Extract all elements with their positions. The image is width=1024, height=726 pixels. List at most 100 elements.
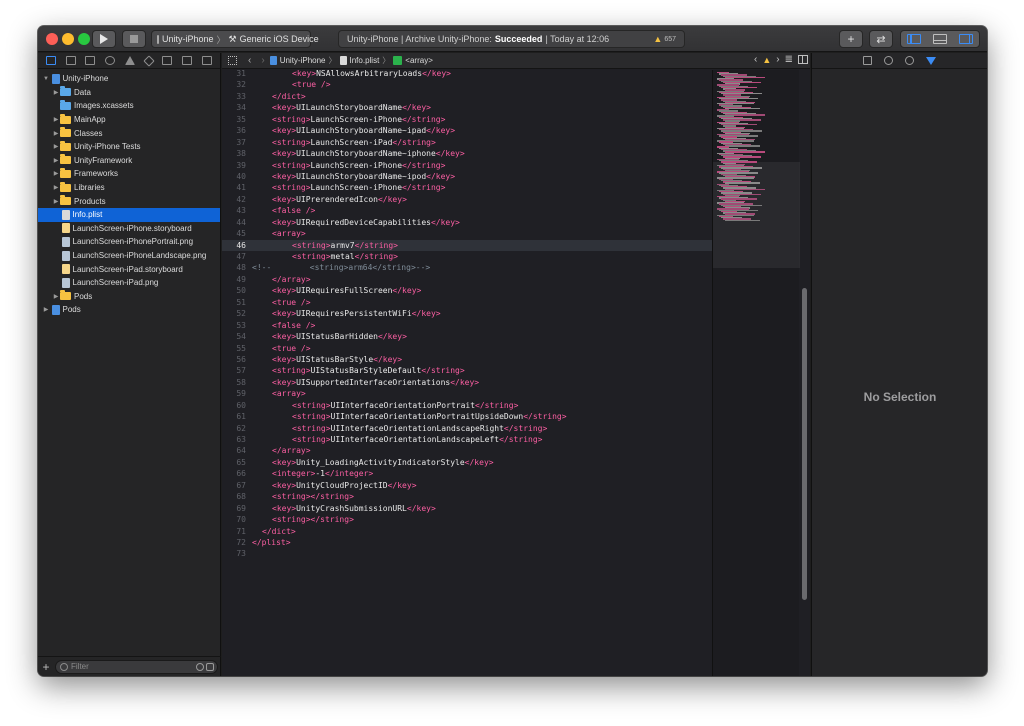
library-button[interactable]: + [839, 30, 863, 48]
code-area[interactable]: 31 <key>NSAllowsArbitraryLoads</key> 32 <tr… [222, 70, 712, 676]
file-tree-item[interactable]: ▶ Data [38, 86, 220, 100]
disclosure-closed-icon[interactable]: ▶ [42, 306, 50, 313]
code-line[interactable]: 73 [222, 548, 712, 559]
run-button[interactable] [92, 30, 116, 48]
minimap[interactable] [712, 70, 800, 676]
code-line[interactable]: 62 <string>UIInterfaceOrientationLandscap… [222, 423, 712, 434]
attributes-inspector-tab-icon[interactable] [926, 56, 936, 65]
code-line[interactable]: 70 <string></string> [222, 514, 712, 525]
code-line[interactable]: 67 <key>UnityCloudProjectID</key> [222, 480, 712, 491]
zoom-window-button[interactable] [78, 33, 90, 45]
minimize-window-button[interactable] [62, 33, 74, 45]
code-line[interactable]: 32 <true /> [222, 79, 712, 90]
debug-area-toggle-icon[interactable] [933, 34, 947, 44]
test-navigator-tab-icon[interactable] [143, 54, 155, 67]
modified-files-icon[interactable] [206, 662, 214, 671]
code-line[interactable]: 53 <false /> [222, 320, 712, 331]
activity-viewer[interactable]: Unity-iPhone | Archive Unity-iPhone: Suc… [338, 30, 685, 48]
code-review-button[interactable]: ⇄ [869, 30, 893, 48]
editor-options-icon[interactable]: ≣ [785, 54, 793, 65]
disclosure-closed-icon[interactable]: ▶ [52, 184, 60, 191]
file-tree-item[interactable]: ▶ Libraries [38, 181, 220, 195]
code-line[interactable]: 56 <key>UIStatusBarStyle</key> [222, 354, 712, 365]
code-line[interactable]: 64 </array> [222, 445, 712, 456]
quick-help-tab-icon[interactable] [905, 56, 914, 65]
project-navigator-tab-icon[interactable] [45, 56, 56, 65]
code-line[interactable]: 46 <string>armv7</string> [222, 239, 712, 251]
file-tree-item[interactable]: ▶ Classes [38, 126, 220, 140]
add-file-button[interactable]: + [41, 660, 51, 674]
code-line[interactable]: 36 <key>UILaunchStoryboardName~ipad</key> [222, 125, 712, 136]
code-line[interactable]: 58 <key>UISupportedInterfaceOrientations<… [222, 377, 712, 388]
code-line[interactable]: 57 <string>UIStatusBarStyleDefault</strin… [222, 365, 712, 376]
vertical-scrollbar[interactable] [801, 70, 808, 676]
file-tree-item[interactable]: LaunchScreen-iPad.png [38, 276, 220, 290]
warning-icon[interactable]: ▲ [762, 55, 771, 65]
code-line[interactable]: 65 <key>Unity_LoadingActivityIndicatorSty… [222, 457, 712, 468]
code-line[interactable]: 37 <string>LaunchScreen-iPad</string> [222, 137, 712, 148]
scheme-selector[interactable]: Unity-iPhone 〉 ⚒ Generic iOS Device [151, 30, 319, 48]
file-tree-item[interactable]: ▼ Unity-iPhone [38, 72, 220, 86]
code-line[interactable]: 35 <string>LaunchScreen-iPhone</string> [222, 114, 712, 125]
file-tree-item[interactable]: Info.plist [38, 207, 220, 222]
code-line[interactable]: 41 <string>LaunchScreen-iPhone</string> [222, 182, 712, 193]
file-tree-item[interactable]: LaunchScreen-iPhone.storyboard [38, 222, 220, 236]
symbol-navigator-tab-icon[interactable] [85, 56, 96, 65]
code-line[interactable]: 72 </plist> [222, 537, 712, 548]
previous-issue-icon[interactable]: ‹ [754, 54, 757, 65]
forward-arrow-icon[interactable]: › [261, 55, 264, 66]
file-tree-item[interactable]: Images.xcassets [38, 99, 220, 113]
code-line[interactable]: 31 <key>NSAllowsArbitraryLoads</key> [222, 70, 712, 79]
code-line[interactable]: 54 <key>UIStatusBarHidden</key> [222, 331, 712, 342]
code-line[interactable]: 44 <key>UIRequiredDeviceCapabilities</key… [222, 217, 712, 228]
file-tree-item[interactable]: ▶ Unity-iPhone Tests [38, 140, 220, 154]
file-tree-item[interactable]: ▶ UnityFramework [38, 154, 220, 168]
disclosure-closed-icon[interactable]: ▶ [52, 143, 60, 150]
code-line[interactable]: 47 <string>metal</string> [222, 251, 712, 262]
code-line[interactable]: 68 <string></string> [222, 491, 712, 502]
disclosure-closed-icon[interactable]: ▶ [52, 89, 60, 96]
code-line[interactable]: 66 <integer>-1</integer> [222, 468, 712, 479]
file-tree-item[interactable]: ▶ MainApp [38, 113, 220, 127]
code-line[interactable]: 51 <true /> [222, 297, 712, 308]
breadcrumb-project[interactable]: Unity-iPhone [280, 56, 326, 65]
stop-button[interactable] [122, 30, 146, 48]
find-navigator-tab-icon[interactable] [105, 56, 116, 65]
inspector-toggle-icon[interactable] [959, 34, 973, 44]
file-tree-item[interactable]: LaunchScreen-iPad.storyboard [38, 262, 220, 276]
file-tree-item[interactable]: ▶ Frameworks [38, 167, 220, 181]
disclosure-closed-icon[interactable]: ▶ [52, 170, 60, 177]
code-line[interactable]: 45 <array> [222, 228, 712, 239]
report-navigator-tab-icon[interactable] [202, 56, 212, 65]
recent-files-icon[interactable] [196, 662, 204, 671]
code-line[interactable]: 50 <key>UIRequiresFullScreen</key> [222, 285, 712, 296]
disclosure-closed-icon[interactable]: ▶ [52, 198, 60, 205]
code-line[interactable]: 55 <true /> [222, 343, 712, 354]
code-line[interactable]: 61 <string>UIInterfaceOrientationPortrait… [222, 411, 712, 422]
history-inspector-tab-icon[interactable] [884, 56, 893, 65]
code-line[interactable]: 69 <key>UnityCrashSubmissionURL</key> [222, 503, 712, 514]
file-tree-item[interactable]: ▶ Pods [38, 303, 220, 317]
code-line[interactable]: 49 </array> [222, 274, 712, 285]
disclosure-open-icon[interactable]: ▼ [42, 76, 50, 82]
close-window-button[interactable] [46, 33, 58, 45]
disclosure-closed-icon[interactable]: ▶ [52, 116, 60, 123]
filter-input[interactable]: Filter [55, 659, 218, 674]
code-line[interactable]: 39 <string>LaunchScreen-iPhone</string> [222, 160, 712, 171]
code-line[interactable]: 48 <!-- <string>arm64</string>--> [222, 262, 712, 273]
code-line[interactable]: 38 <key>UILaunchStoryboardName~iphone</ke… [222, 148, 712, 159]
file-inspector-tab-icon[interactable] [863, 56, 872, 65]
file-tree-item[interactable]: ▶ Products [38, 194, 220, 208]
code-line[interactable]: 52 <key>UIRequiresPersistentWiFi</key> [222, 308, 712, 319]
disclosure-closed-icon[interactable]: ▶ [52, 130, 60, 137]
file-tree-item[interactable]: LaunchScreen-iPhoneLandscape.png [38, 249, 220, 263]
next-issue-icon[interactable]: › [776, 54, 779, 65]
back-arrow-icon[interactable]: ‹ [248, 55, 251, 66]
split-editor-icon[interactable] [798, 55, 808, 64]
code-line[interactable]: 42 <key>UIPrerenderedIcon</key> [222, 194, 712, 205]
breadcrumb-array[interactable]: <array> [405, 56, 433, 65]
file-tree-item[interactable]: LaunchScreen-iPhonePortrait.png [38, 235, 220, 249]
breadcrumb-file[interactable]: Info.plist [350, 56, 380, 65]
disclosure-closed-icon[interactable]: ▶ [52, 157, 60, 164]
debug-navigator-tab-icon[interactable] [162, 56, 173, 65]
